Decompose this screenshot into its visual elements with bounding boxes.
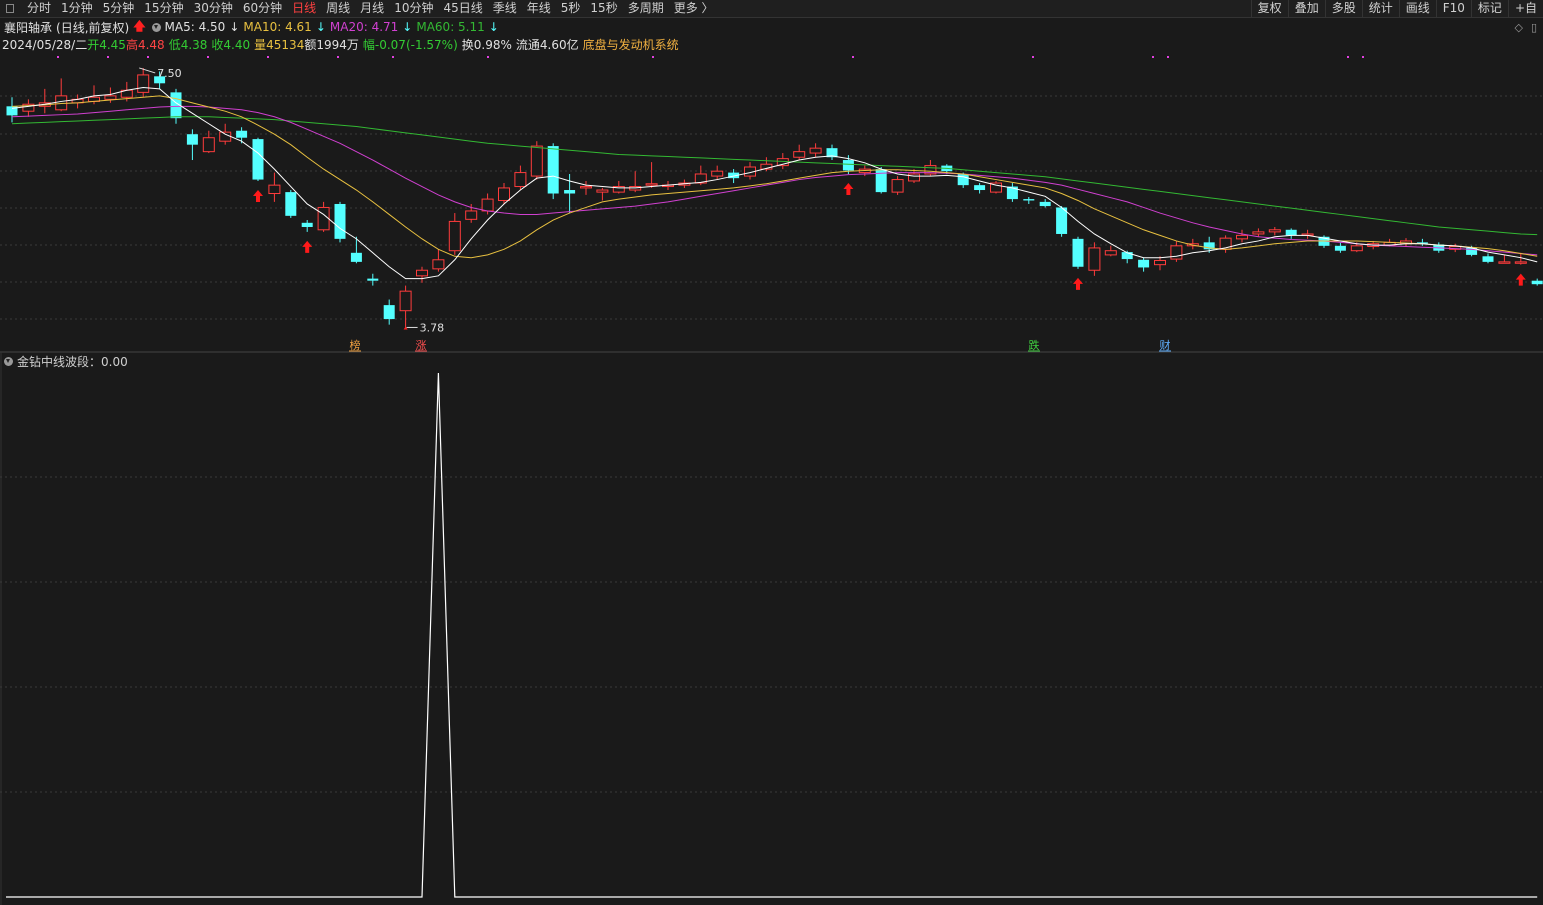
candle-body-69 [1138, 259, 1150, 268]
event-tag-3: 财 [1160, 338, 1171, 352]
candle-body-77 [1268, 229, 1281, 233]
candle-body-13 [219, 131, 232, 142]
candle-body-21 [350, 252, 362, 262]
candle-body-39 [645, 183, 658, 186]
ma10-line [11, 95, 1538, 259]
sub-dropdown-circle-icon[interactable] [4, 356, 13, 366]
candle-body-6 [104, 95, 117, 100]
event-dot-7 [487, 56, 489, 58]
candle-body-3 [55, 95, 68, 111]
candle-body-28 [465, 210, 478, 220]
event-dot-3 [207, 56, 209, 58]
candle-body-91 [1498, 261, 1511, 264]
candle-body-76 [1252, 231, 1265, 235]
event-dot-1 [107, 56, 109, 58]
event-tag-0: 榜 [350, 338, 361, 352]
buy-arrow-icon-3 [1073, 277, 1083, 290]
low-price-label: 3.78 [420, 321, 445, 334]
event-dot-5 [337, 56, 339, 58]
event-dot-13 [1347, 56, 1349, 58]
candle-body-33 [547, 146, 559, 194]
candle-body-14 [236, 130, 248, 138]
candle-body-34 [564, 190, 576, 194]
candle-body-78 [1285, 229, 1297, 236]
candle-body-22 [367, 278, 379, 281]
candle-body-18 [301, 222, 313, 227]
candle-body-17 [285, 192, 297, 216]
candle-body-12 [202, 137, 215, 153]
kline-chart[interactable]: 7.50 3.78 榜 涨 跌 财 [0, 0, 1543, 905]
candle-body-26 [432, 259, 445, 270]
candle-body-62 [1023, 199, 1035, 201]
candle-body-66 [1088, 247, 1101, 271]
candle-body-27 [448, 220, 461, 252]
candle-body-58 [957, 173, 969, 186]
event-dot-4 [267, 56, 269, 58]
candle-body-11 [186, 134, 198, 145]
event-dot-14 [1362, 56, 1364, 58]
event-dot-6 [392, 56, 394, 58]
buy-arrow-icon-2 [843, 182, 854, 195]
event-dot-12 [1167, 56, 1169, 58]
high-price-label: 7.50 [157, 67, 182, 80]
candle-body-25 [416, 269, 428, 277]
candle-body-93 [1531, 280, 1543, 285]
candle-body-75 [1236, 234, 1248, 240]
candle-body-48 [793, 151, 806, 158]
candle-body-90 [1482, 256, 1494, 262]
event-tag-2: 跌 [1029, 338, 1040, 352]
candle-body-31 [514, 172, 527, 188]
high-pointer-line [139, 67, 156, 74]
event-dot-8 [652, 56, 654, 58]
candle-body-23 [383, 305, 395, 320]
candle-body-54 [891, 179, 904, 193]
event-tag-1: 涨 [416, 339, 427, 352]
candle-body-35 [580, 186, 592, 189]
candle-body-82 [1350, 245, 1363, 252]
event-dot-9 [852, 56, 854, 58]
event-dot-0 [57, 56, 59, 58]
candle-body-65 [1072, 238, 1084, 267]
candle-body-19 [317, 206, 330, 231]
candle-body-70 [1154, 259, 1166, 266]
candle-body-55 [908, 173, 920, 182]
candle-body-53 [875, 169, 887, 193]
candle-body-36 [596, 189, 609, 193]
candle-body-30 [498, 187, 510, 201]
candle-body-92 [1514, 261, 1527, 264]
candle-body-81 [1334, 245, 1346, 251]
ma20-line [11, 105, 1538, 256]
sub-indicator-line [6, 372, 1538, 898]
candle-body-49 [809, 147, 822, 154]
candle-body-15 [252, 139, 264, 180]
buy-arrow-icon-0 [253, 189, 263, 202]
event-dot-11 [1152, 56, 1154, 58]
candle-body-59 [974, 185, 986, 191]
candle-body-20 [334, 203, 346, 239]
candle-body-32 [530, 145, 543, 177]
candle-body-64 [1056, 207, 1068, 234]
event-dot-2 [147, 56, 149, 58]
sub-indicator-label: 金钻中线波段：0.00 [17, 354, 128, 369]
event-dot-10 [1032, 56, 1034, 58]
buy-arrow-icon-1 [302, 240, 313, 253]
candle-body-43 [711, 170, 724, 177]
candle-body-29 [481, 198, 494, 212]
candle-body-24 [399, 290, 412, 312]
sub-indicator-header: 金钻中线波段：0.00 [4, 354, 128, 369]
candle-body-51 [842, 160, 854, 171]
buy-arrow-icon-4 [1515, 273, 1526, 286]
candle-body-8 [137, 74, 150, 93]
candle-body-67 [1104, 250, 1117, 256]
candle-body-16 [268, 184, 281, 195]
candle-body-63 [1039, 201, 1051, 207]
